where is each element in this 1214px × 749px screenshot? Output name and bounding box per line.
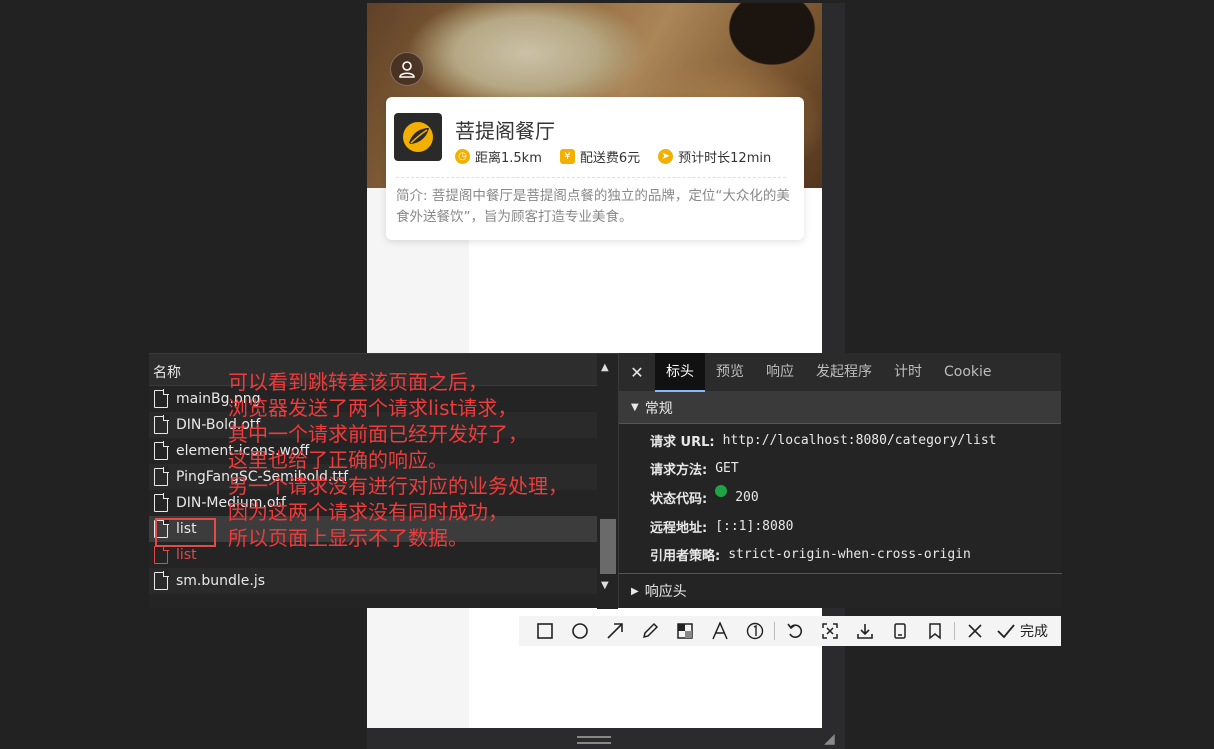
method-row: 请求方法: GET xyxy=(619,454,1061,482)
leaf-logo-icon xyxy=(403,122,433,152)
pen-icon[interactable] xyxy=(632,616,667,646)
annotation-line: 所以页面上显示不了数据。 xyxy=(228,526,468,550)
request-row[interactable]: sm.bundle.js xyxy=(149,568,597,594)
screenshot-toolbar: 完成 xyxy=(519,616,1061,646)
mosaic-icon[interactable] xyxy=(667,616,702,646)
file-icon xyxy=(154,571,169,590)
undo-icon[interactable] xyxy=(777,616,812,646)
triangle-right-icon: ▶ xyxy=(631,585,639,597)
download-icon[interactable] xyxy=(847,616,882,646)
circle-icon[interactable] xyxy=(562,616,597,646)
done-label: 完成 xyxy=(1020,624,1048,640)
response-headers-section[interactable]: ▶ 响应头 xyxy=(619,573,1062,608)
file-icon xyxy=(154,467,169,486)
request-url-value: http://localhost:8080/category/list xyxy=(722,432,997,448)
annotation-text: 可以看到跳转套该页面之后， 浏览器发送了两个请求list请求， 其中一个请求前面… xyxy=(228,369,628,551)
triangle-down-icon: ▼ xyxy=(631,402,639,413)
text-icon[interactable] xyxy=(702,616,737,646)
shop-logo xyxy=(394,113,442,161)
remote-address-row: 远程地址: [::1]:8080 xyxy=(619,512,1061,540)
file-icon xyxy=(154,389,169,408)
shop-description: 简介: 菩提阁中餐厅是菩提阁点餐的独立的品牌，定位“大众化的美食外送餐饮”，旨为… xyxy=(396,188,790,225)
method-label: 请求方法: xyxy=(650,462,708,478)
delivery-fee-item: ¥ 配送费6元 xyxy=(559,147,641,166)
status-ok-icon xyxy=(715,485,728,497)
clock-icon: ◷ xyxy=(455,149,470,164)
drag-handle[interactable] xyxy=(577,736,611,744)
highlight-box xyxy=(155,518,216,547)
status-row: 状态代码: 200 xyxy=(619,482,1061,512)
close-icon[interactable] xyxy=(957,616,992,646)
file-icon xyxy=(154,493,169,512)
eta-text: 预计时长12min xyxy=(678,151,772,166)
request-detail-panel: ✕ 标头 预览 响应 发起程序 计时 Cookie ▼ 常规 请求 URL: h… xyxy=(618,352,1062,608)
divider xyxy=(396,177,786,178)
annotation-line: 浏览器发送了两个请求list请求， xyxy=(228,396,518,420)
distance-text: 距离1.5km xyxy=(475,151,542,166)
request-name: list xyxy=(176,547,197,563)
pin-icon[interactable] xyxy=(882,616,917,646)
ocr-icon[interactable] xyxy=(812,616,847,646)
referrer-policy-row: 引用者策略: strict-origin-when-cross-origin xyxy=(619,540,1061,568)
tab-timing[interactable]: 计时 xyxy=(883,353,933,392)
status-label: 状态代码: xyxy=(650,491,708,507)
shop-info-card: 菩提阁餐厅 ◷ 距离1.5km ¥ 配送费6元 ➤ 预计时长12min 简介: … xyxy=(386,97,804,240)
resize-corner-icon[interactable]: ◢ xyxy=(824,731,840,747)
general-section-header[interactable]: ▼ 常规 xyxy=(619,392,1061,424)
remote-value: [::1]:8080 xyxy=(715,518,794,534)
general-label: 常规 xyxy=(644,400,673,417)
tab-initiator[interactable]: 发起程序 xyxy=(805,353,883,392)
scroll-down-icon[interactable]: ▼ xyxy=(601,580,609,591)
user-icon xyxy=(399,61,415,78)
check-icon xyxy=(997,624,1015,639)
shop-name: 菩提阁餐厅 xyxy=(455,119,555,143)
method-value: GET xyxy=(715,460,739,476)
annotation-line: 另一个请求没有进行对应的业务处理， xyxy=(228,474,568,498)
tab-preview[interactable]: 预览 xyxy=(705,353,755,392)
request-url-row: 请求 URL: http://localhost:8080/category/l… xyxy=(619,426,1061,454)
remote-label: 远程地址: xyxy=(650,520,708,536)
response-headers-label: 响应头 xyxy=(644,584,687,600)
number-icon[interactable] xyxy=(737,616,772,646)
eta-item: ➤ 预计时长12min xyxy=(658,147,771,166)
done-button[interactable]: 完成 xyxy=(992,621,1048,641)
file-icon xyxy=(154,415,169,434)
detail-tabs: ✕ 标头 预览 响应 发起程序 计时 Cookie xyxy=(619,352,1061,392)
money-bag-icon: ¥ xyxy=(559,149,575,164)
status-value: 200 xyxy=(735,489,759,505)
shop-meta: ◷ 距离1.5km ¥ 配送费6元 ➤ 预计时长12min xyxy=(455,147,771,166)
user-avatar-button[interactable] xyxy=(390,52,424,86)
delivery-fee-text: 配送费6元 xyxy=(579,151,641,166)
annotation-line: 其中一个请求前面已经开发好了， xyxy=(228,422,528,446)
tab-headers[interactable]: 标头 xyxy=(655,352,705,392)
arrow-icon[interactable] xyxy=(597,616,632,646)
referrer-label: 引用者策略: xyxy=(650,548,721,564)
request-name: sm.bundle.js xyxy=(176,573,266,589)
referrer-value: strict-origin-when-cross-origin xyxy=(728,546,971,562)
request-url-label: 请求 URL: xyxy=(650,434,715,450)
navigation-arrow-icon: ➤ xyxy=(658,149,674,164)
annotation-line: 可以看到跳转套该页面之后， xyxy=(228,370,488,394)
annotation-line: 因为这两个请求没有同时成功， xyxy=(228,500,508,524)
annotation-line: 这里也给了正确的响应。 xyxy=(228,448,448,472)
bookmark-icon[interactable] xyxy=(917,616,952,646)
tab-cookie[interactable]: Cookie xyxy=(933,353,1003,392)
file-icon xyxy=(154,545,169,564)
rectangle-icon[interactable] xyxy=(527,616,562,646)
distance-item: ◷ 距离1.5km xyxy=(455,147,542,166)
file-icon xyxy=(154,441,169,460)
tab-response[interactable]: 响应 xyxy=(755,353,805,392)
